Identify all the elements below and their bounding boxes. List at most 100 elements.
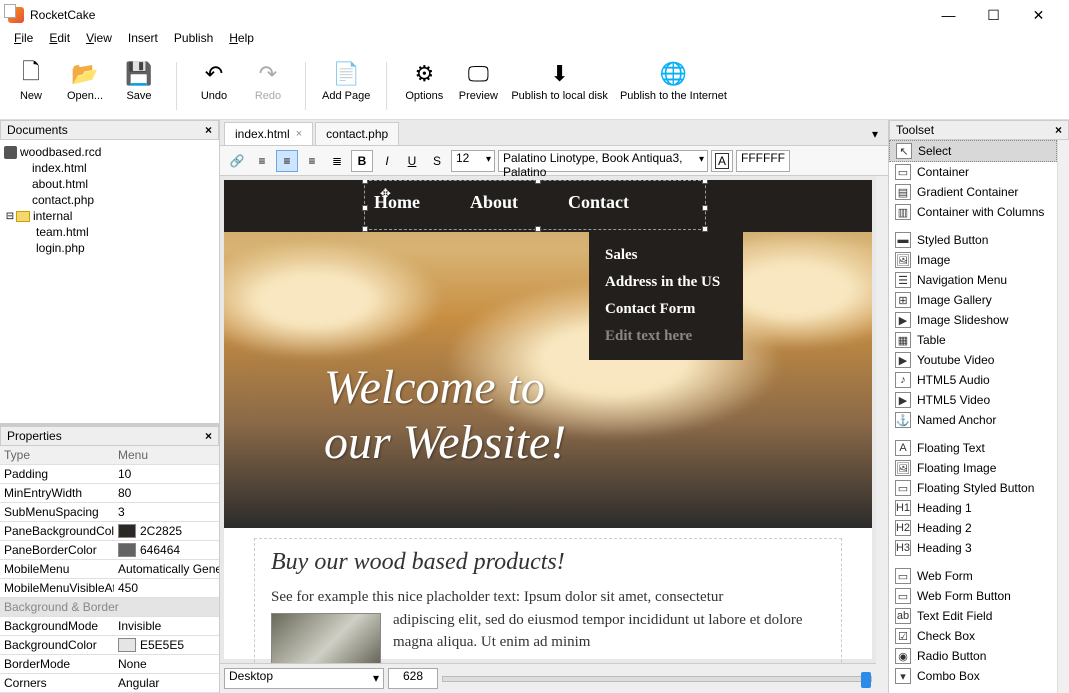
minimize-button[interactable]: — xyxy=(926,1,971,29)
prop-row[interactable]: MobileMenuVisibleAt450 xyxy=(0,579,219,598)
device-select[interactable]: Desktop xyxy=(224,668,384,689)
toolset-item[interactable]: ▬Styled Button xyxy=(889,230,1057,250)
font-color-button[interactable]: A xyxy=(711,150,733,172)
toolset-item[interactable]: ▶Youtube Video xyxy=(889,350,1057,370)
documents-tree[interactable]: woodbased.rcd index.html about.html cont… xyxy=(0,140,219,423)
nav-submenu[interactable]: Sales Address in the US Contact Form Edi… xyxy=(589,232,743,360)
body-text[interactable]: See for example this nice placholder tex… xyxy=(271,586,825,654)
prop-row[interactable]: Padding10 xyxy=(0,465,219,484)
toolset-item[interactable]: H1Heading 1 xyxy=(889,498,1057,518)
maximize-button[interactable]: ☐ xyxy=(971,1,1016,29)
toolset-item[interactable]: ⚓Named Anchor xyxy=(889,410,1057,430)
toolset-item[interactable]: ▭Web Form xyxy=(889,566,1057,586)
align-left-button[interactable]: ≡ xyxy=(251,150,273,172)
align-justify-button[interactable]: ≣ xyxy=(326,150,348,172)
toolset-item[interactable]: ▶HTML5 Video xyxy=(889,390,1057,410)
color-hex-input[interactable]: FFFFFF xyxy=(736,150,790,172)
toolset-item[interactable]: ▥Container with Columns xyxy=(889,202,1057,222)
toolset-item[interactable]: ☰Navigation Menu xyxy=(889,270,1057,290)
italic-button[interactable]: I xyxy=(376,150,398,172)
toolset-item[interactable]: ▭Container xyxy=(889,162,1057,182)
align-center-button[interactable]: ≡ xyxy=(276,150,298,172)
close-button[interactable]: ✕ xyxy=(1016,1,1061,29)
color-swatch[interactable] xyxy=(118,524,136,538)
prop-row[interactable]: BorderModeNone xyxy=(0,655,219,674)
toolset-item[interactable]: ↖Select xyxy=(889,140,1057,162)
canvas-vscrollbar[interactable] xyxy=(876,176,888,663)
submenu-item[interactable]: Address in the US xyxy=(605,269,727,296)
toolset-item[interactable]: ▦Table xyxy=(889,330,1057,350)
bold-button[interactable]: B xyxy=(351,150,373,172)
tb-open[interactable]: 📂Open... xyxy=(60,58,110,104)
menu-view[interactable]: View xyxy=(78,30,120,50)
toolset-item[interactable]: ▶Image Slideshow xyxy=(889,310,1057,330)
link-button[interactable]: 🔗 xyxy=(226,150,248,172)
strike-button[interactable]: S xyxy=(426,150,448,172)
menu-insert[interactable]: Insert xyxy=(120,30,166,50)
menu-publish[interactable]: Publish xyxy=(166,30,221,50)
canvas[interactable]: Home About Contact ✥ Sales Addr xyxy=(220,176,888,693)
underline-button[interactable]: U xyxy=(401,150,423,172)
toolset-item[interactable]: ◉Radio Button xyxy=(889,646,1057,666)
toolset-item[interactable]: ♪HTML5 Audio xyxy=(889,370,1057,390)
hero-image[interactable]: Home About Contact ✥ Sales Addr xyxy=(224,180,872,528)
toolset-item[interactable]: ▭Floating Styled Button xyxy=(889,478,1057,498)
menu-help[interactable]: Help xyxy=(221,30,262,50)
tree-item[interactable]: login.php xyxy=(4,240,215,256)
tree-item[interactable]: contact.php xyxy=(4,192,215,208)
prop-row[interactable]: PaneBorderColor646464 xyxy=(0,541,219,560)
toolset-list[interactable]: ↖Select▭Container▤Gradient Container▥Con… xyxy=(889,140,1057,693)
toolset-item[interactable]: ▾Combo Box xyxy=(889,666,1057,686)
tb-pubnet[interactable]: 🌐Publish to the Internet xyxy=(616,58,731,104)
slider-thumb[interactable] xyxy=(861,672,871,688)
submenu-edit-prompt[interactable]: Edit text here xyxy=(605,323,727,350)
tb-preview[interactable]: 🖵Preview xyxy=(453,58,503,104)
toolset-vscrollbar[interactable] xyxy=(1057,140,1069,693)
tree-item[interactable]: about.html xyxy=(4,176,215,192)
toolset-close-icon[interactable]: × xyxy=(1055,123,1062,137)
font-size-select[interactable]: 12 xyxy=(451,150,495,172)
tabs-dropdown-icon[interactable]: ▾ xyxy=(866,123,884,145)
toolset-item[interactable]: H2Heading 2 xyxy=(889,518,1057,538)
color-swatch[interactable] xyxy=(118,638,136,652)
collapse-icon[interactable]: ⊟ xyxy=(4,211,16,222)
body-title[interactable]: Buy our wood based products! xyxy=(271,549,825,576)
toolset-item[interactable]: abText Edit Field xyxy=(889,606,1057,626)
tree-project[interactable]: woodbased.rcd xyxy=(4,144,215,160)
menu-edit[interactable]: Edit xyxy=(41,30,78,50)
properties-grid[interactable]: TypeMenu Padding10 MinEntryWidth80 SubMe… xyxy=(0,446,219,693)
tb-options[interactable]: ⚙Options xyxy=(399,58,449,104)
tree-item[interactable]: index.html xyxy=(4,160,215,176)
toolset-item[interactable]: AFloating Text xyxy=(889,438,1057,458)
prop-row[interactable]: MinEntryWidth80 xyxy=(0,484,219,503)
toolset-item[interactable]: ☑Check Box xyxy=(889,626,1057,646)
viewport-width-input[interactable]: 628 xyxy=(388,668,438,689)
prop-row[interactable]: CornersAngular xyxy=(0,674,219,693)
toolset-item[interactable]: ⊞Image Gallery xyxy=(889,290,1057,310)
toolset-item[interactable]: 🖼Floating Image xyxy=(889,458,1057,478)
tb-new[interactable]: 🗋New xyxy=(6,58,56,104)
tab-index[interactable]: index.html× xyxy=(224,122,313,145)
toolset-item[interactable]: 🖼Image xyxy=(889,250,1057,270)
tb-addpage[interactable]: 📄Add Page xyxy=(318,58,374,104)
viewport-slider[interactable] xyxy=(442,676,872,682)
prop-row[interactable]: BackgroundModeInvisible xyxy=(0,617,219,636)
submenu-item[interactable]: Contact Form xyxy=(605,296,727,323)
font-family-select[interactable]: Palatino Linotype, Book Antiqua3, Palati… xyxy=(498,150,708,172)
tree-item[interactable]: team.html xyxy=(4,224,215,240)
tb-undo[interactable]: ↶Undo xyxy=(189,58,239,104)
prop-row[interactable]: MobileMenuAutomatically Generated xyxy=(0,560,219,579)
prop-row[interactable]: SubMenuSpacing3 xyxy=(0,503,219,522)
toolset-item[interactable]: H3Heading 3 xyxy=(889,538,1057,558)
hero-text[interactable]: Welcome to our Website! xyxy=(324,360,566,470)
tab-contact[interactable]: contact.php xyxy=(315,122,399,145)
tree-folder[interactable]: ⊟internal xyxy=(4,208,215,224)
prop-row[interactable]: BackgroundColorE5E5E5 xyxy=(0,636,219,655)
prop-row[interactable]: PaneBackgroundColor2C2825 xyxy=(0,522,219,541)
toolset-item[interactable]: ▭Web Form Button xyxy=(889,586,1057,606)
properties-close-icon[interactable]: × xyxy=(205,429,212,443)
submenu-item[interactable]: Sales xyxy=(605,242,727,269)
menu-file[interactable]: File xyxy=(6,30,41,50)
tab-close-icon[interactable]: × xyxy=(296,128,302,140)
tb-save[interactable]: 💾Save xyxy=(114,58,164,104)
